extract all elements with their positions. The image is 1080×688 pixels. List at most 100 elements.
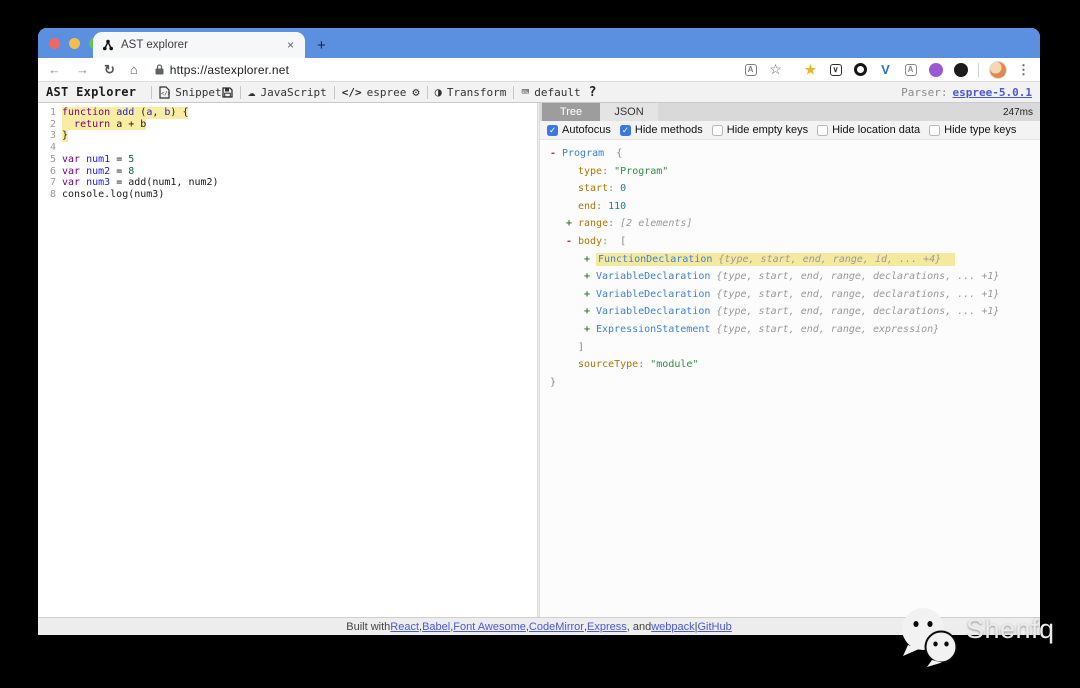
url-text[interactable]: https://astexplorer.net [170, 63, 289, 77]
refresh-icon[interactable]: ↻ [104, 62, 115, 78]
tab-close-icon[interactable]: × [285, 39, 296, 51]
star-extension-icon[interactable]: ★ [803, 62, 818, 77]
tab-tree[interactable]: Tree [542, 103, 600, 121]
tree-node-row: sourceType: "module" [548, 356, 1040, 374]
footer-link[interactable]: Babel [422, 621, 450, 633]
tree-node-row: end: 110 [548, 198, 1040, 216]
tree-node[interactable]: ExpressionStatement [596, 324, 710, 335]
forward-icon[interactable]: → [76, 62, 89, 77]
address-bar: ← → ↻ ⌂ https://astexplorer.net A ☆ ★ ∨ V A … [38, 58, 1040, 82]
footer-link[interactable]: Express [587, 621, 627, 633]
tab-json[interactable]: JSON [600, 103, 658, 121]
menu-dots-icon[interactable]: ⋮ [1017, 62, 1030, 78]
back-icon[interactable]: ← [48, 62, 61, 77]
category-button[interactable]: ☁ JavaScript [248, 85, 327, 100]
footer-link[interactable]: Font Awesome [453, 621, 526, 633]
code-line-text: var num3 = add(num1, num2) [62, 177, 219, 189]
code-token-kw: var [62, 177, 81, 189]
tree-option-hide-methods[interactable]: ✓ Hide methods [619, 124, 703, 136]
record-extension-icon[interactable] [853, 62, 868, 77]
help-button[interactable]: ? [589, 85, 597, 100]
expand-toggle-icon[interactable]: + [584, 321, 596, 339]
omnibox[interactable]: https://astexplorer.net [155, 63, 289, 77]
close-window-button[interactable] [49, 38, 60, 49]
checkbox[interactable] [817, 124, 829, 136]
tree-option-hide-type-keys[interactable]: Hide type keys [929, 124, 1016, 136]
checkbox[interactable] [929, 124, 941, 136]
footer-link[interactable]: CodeMirror [529, 621, 584, 633]
face-extension-icon[interactable] [953, 62, 968, 77]
footer-link[interactable]: webpack [651, 621, 694, 633]
expand-toggle-icon[interactable]: + [584, 303, 596, 321]
tree-node[interactable]: VariableDeclaration [596, 289, 710, 300]
transform-button[interactable]: ◑ Transform [435, 85, 507, 99]
parser-version-link[interactable]: espree-5.0.1 [953, 86, 1032, 99]
footer-link[interactable]: GitHub [698, 621, 732, 633]
code-token-kw: var [62, 165, 81, 177]
line-number: 8 [49, 188, 56, 200]
ime-extension-icon[interactable]: A [903, 62, 918, 77]
tree-node-content: range: [2 elements] [578, 218, 692, 229]
lock-icon [155, 64, 164, 75]
tree-node-row: } [548, 374, 1040, 392]
line-number: 5 [49, 153, 56, 165]
toolbar-divider [513, 85, 515, 99]
tree-option-autofocus[interactable]: ✓ Autofocus [547, 124, 611, 136]
pocket-extension-icon[interactable]: ∨ [828, 62, 843, 77]
tree-node[interactable]: VariableDeclaration [596, 271, 710, 282]
checkbox[interactable]: ✓ [547, 124, 558, 136]
tree-punct: { [604, 148, 623, 159]
minimize-window-button[interactable] [69, 38, 80, 49]
expand-toggle-icon[interactable]: + [584, 268, 596, 286]
bookmark-star-icon[interactable]: ☆ [768, 62, 783, 77]
tree-punct: : [602, 165, 615, 177]
checkbox[interactable]: ✓ [619, 124, 631, 136]
vue-extension-icon[interactable]: V [878, 62, 893, 77]
tree-punct: : [596, 200, 609, 212]
save-icon[interactable] [222, 86, 233, 98]
checkbox[interactable] [711, 124, 723, 136]
new-tab-button[interactable]: + [317, 38, 326, 53]
code-token-pl: } [62, 130, 69, 142]
file-code-icon: </> [159, 85, 170, 99]
code-token-kw: return [74, 118, 111, 130]
collapse-toggle-icon[interactable]: - [566, 233, 578, 251]
expand-toggle-icon[interactable]: + [584, 286, 596, 304]
profile-avatar[interactable] [989, 60, 1007, 79]
tree-key: type [578, 165, 603, 177]
browser-tab[interactable]: AST explorer × [93, 32, 305, 58]
tree-node-content: body: [ [578, 236, 626, 247]
tree-str: "Program" [614, 165, 669, 177]
tree-key: start [578, 183, 609, 195]
tree-node-row: + VariableDeclaration {type, start, end, … [548, 286, 1040, 304]
expand-toggle-icon[interactable]: + [584, 251, 596, 269]
parser-settings-gear-icon[interactable]: ⚙ [412, 85, 419, 99]
snippet-button[interactable]: </> Snippet [159, 85, 222, 99]
toggle-off-icon: ◑ [434, 85, 442, 99]
translate-icon[interactable]: A [743, 62, 758, 77]
code-token-pl: = [110, 153, 129, 165]
tree-option-hide-empty-keys[interactable]: Hide empty keys [711, 124, 808, 136]
toolbar-divider [239, 85, 241, 99]
code-token-pl: = [110, 165, 129, 177]
tree-node-content: VariableDeclaration {type, start, end, r… [596, 271, 999, 282]
code-token-kw: function [62, 107, 111, 118]
keybinding-button[interactable]: ⌨ default [521, 85, 580, 100]
tree-node-content: VariableDeclaration {type, start, end, r… [596, 289, 999, 300]
tree-option-hide-location-data[interactable]: Hide location data [817, 124, 920, 136]
code-token-pl: a + b [110, 118, 147, 130]
collapse-toggle-icon[interactable]: - [550, 145, 562, 163]
tree-node[interactable]: FunctionDeclaration [598, 254, 712, 265]
footer-link[interactable]: React [390, 621, 419, 633]
tree-node[interactable]: VariableDeclaration [596, 306, 710, 317]
purple-extension-icon[interactable] [928, 62, 943, 77]
expand-toggle-icon[interactable]: + [566, 215, 578, 233]
parser-info-label: Parser: [901, 85, 948, 99]
code-editor[interactable]: 1 function add (a, b) {2 return a + b 3} 4 5… [38, 103, 537, 617]
parser-button[interactable]: </> espree [342, 86, 407, 99]
home-icon[interactable]: ⌂ [130, 62, 138, 77]
tree-node-row: type: "Program" [548, 163, 1040, 181]
code-line: 5 var num1 = 5 [38, 154, 537, 166]
tree-node[interactable]: Program [562, 148, 604, 159]
checkbox-label: Hide location data [832, 124, 921, 136]
